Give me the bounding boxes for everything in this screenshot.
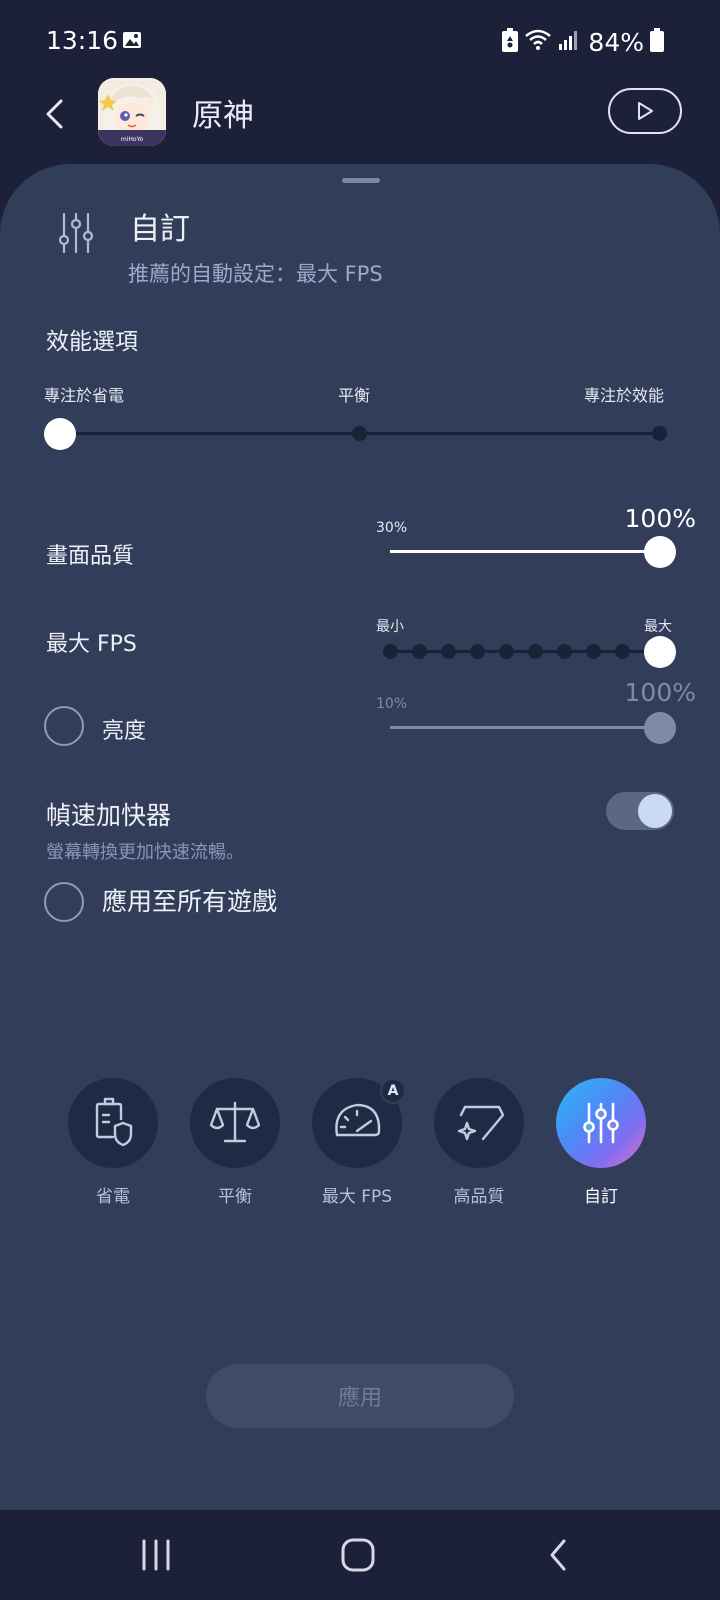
mode-balanced-button[interactable] <box>190 1078 280 1168</box>
mode-title: 自訂 <box>130 212 190 247</box>
max-fps-step-dot[interactable] <box>383 644 398 659</box>
settings-sheet: 自訂 推薦的自動設定：最大 FPS 效能選項 專注於省電 平衡 專注於效能 畫面… <box>0 164 720 1510</box>
battery-saver-icon <box>502 28 519 56</box>
picture-quality-slider-track[interactable] <box>390 550 658 553</box>
perf-label-power-saving: 專注於省電 <box>44 386 125 405</box>
status-time: 13:16 <box>46 26 119 55</box>
back-icon <box>550 1539 566 1571</box>
mode-max-fps-label: 最大 FPS <box>321 1187 393 1207</box>
wifi-icon <box>524 28 552 56</box>
brightness-value: 100% <box>624 678 696 707</box>
picture-quality-value: 100% <box>624 504 696 533</box>
mode-power-saving-label: 省電 <box>96 1187 130 1207</box>
perf-label-balanced: 平衡 <box>338 386 371 405</box>
auto-badge: A <box>380 1078 406 1104</box>
back-button[interactable] <box>36 92 72 136</box>
max-fps-min-label: 最小 <box>376 619 404 635</box>
brightness-checkbox[interactable] <box>44 706 84 746</box>
play-icon <box>638 102 653 120</box>
frame-booster-toggle[interactable] <box>606 792 674 830</box>
brightness-min: 10% <box>376 696 408 712</box>
max-fps-step-dot[interactable] <box>557 644 572 659</box>
mode-custom-label: 自訂 <box>584 1187 618 1207</box>
chevron-left-icon <box>46 99 63 129</box>
play-button[interactable] <box>608 88 682 134</box>
max-fps-step-dot[interactable] <box>586 644 601 659</box>
status-icons: 84% <box>502 24 664 60</box>
diamond-sparkle-icon <box>457 1105 505 1141</box>
picture-quality-label: 畫面品質 <box>46 544 135 569</box>
battery-percent: 84% <box>588 27 644 57</box>
mode-balanced-label: 平衡 <box>218 1187 252 1207</box>
picture-quality-min: 30% <box>376 520 408 536</box>
game-icon: miHoYo <box>98 78 166 146</box>
app-bar: miHoYo 原神 <box>0 72 720 158</box>
apply-all-games-checkbox[interactable] <box>44 882 84 922</box>
image-icon <box>122 30 142 54</box>
max-fps-step-dot[interactable] <box>441 644 456 659</box>
sliders-icon <box>583 1102 619 1144</box>
brightness-label: 亮度 <box>102 719 147 744</box>
home-button[interactable] <box>328 1530 388 1580</box>
battery-shield-icon <box>95 1097 133 1147</box>
balance-scale-icon <box>209 1101 261 1143</box>
performance-step-dot[interactable] <box>652 426 667 441</box>
game-icon-caption: miHoYo <box>121 136 144 143</box>
picture-quality-slider-thumb[interactable] <box>644 536 676 568</box>
brightness-slider-thumb[interactable] <box>644 712 676 744</box>
navigation-bar <box>0 1510 720 1600</box>
frame-booster-description: 螢幕轉換更加快速流暢。 <box>46 842 244 863</box>
mode-selector: 省電 平衡 A 最大 FPS 高品質 自訂 <box>0 1078 720 1208</box>
max-fps-max-label: 最大 <box>644 619 672 635</box>
sheet-drag-handle[interactable] <box>342 178 380 183</box>
mode-custom-button[interactable] <box>556 1078 646 1168</box>
mode-high-quality-label: 高品質 <box>453 1187 505 1207</box>
toggle-knob <box>638 794 672 828</box>
speedometer-icon <box>335 1103 381 1137</box>
battery-icon <box>650 28 664 56</box>
brightness-slider-track[interactable] <box>390 726 658 729</box>
performance-step-dot[interactable] <box>352 426 367 441</box>
performance-slider-thumb[interactable] <box>44 418 76 450</box>
perf-label-performance: 專注於效能 <box>584 386 665 405</box>
apply-all-games-label: 應用至所有遊戲 <box>102 887 278 916</box>
max-fps-step-dot[interactable] <box>412 644 427 659</box>
max-fps-step-dot[interactable] <box>528 644 543 659</box>
recent-apps-button[interactable] <box>126 1530 186 1580</box>
max-fps-step-dot[interactable] <box>470 644 485 659</box>
performance-options-title: 效能選項 <box>46 329 138 355</box>
recent-apps-icon <box>142 1539 170 1571</box>
max-fps-label: 最大 FPS <box>46 632 137 657</box>
apply-button[interactable]: 應用 <box>206 1364 514 1428</box>
mode-power-saving-button[interactable] <box>68 1078 158 1168</box>
signal-icon <box>558 30 578 54</box>
mode-high-quality-button[interactable] <box>434 1078 524 1168</box>
sliders-icon <box>56 212 96 258</box>
home-icon <box>341 1538 375 1572</box>
max-fps-step-dot[interactable] <box>615 644 630 659</box>
nav-back-button[interactable] <box>528 1530 588 1580</box>
frame-booster-title: 幀速加快器 <box>46 801 172 830</box>
max-fps-slider-thumb[interactable] <box>644 636 676 668</box>
max-fps-step-dot[interactable] <box>499 644 514 659</box>
app-title: 原神 <box>192 98 254 134</box>
mode-recommendation: 推薦的自動設定：最大 FPS <box>128 262 383 286</box>
